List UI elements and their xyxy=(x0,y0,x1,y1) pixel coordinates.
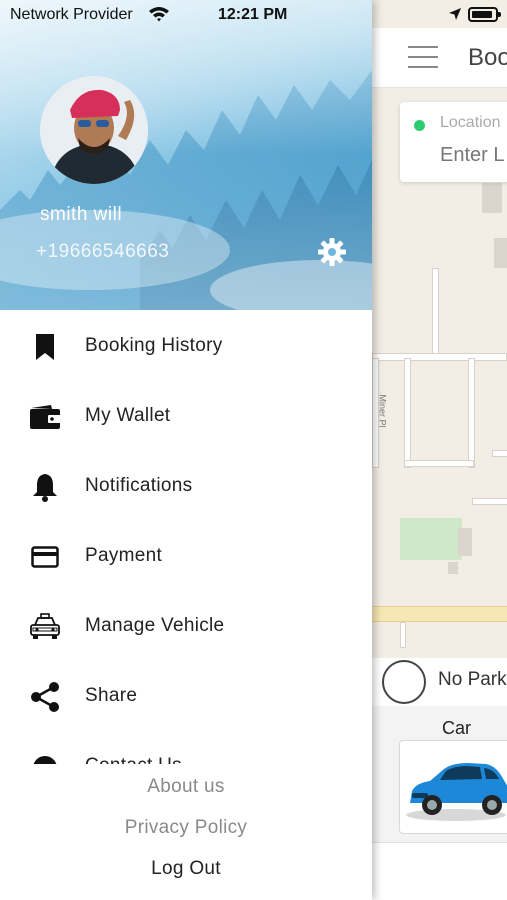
gear-icon[interactable] xyxy=(316,236,348,268)
privacy-policy-link[interactable]: Privacy Policy xyxy=(0,817,372,839)
menu-item-booking-history[interactable]: Booking History xyxy=(0,312,372,382)
location-label: Location xyxy=(440,114,501,131)
map-highway xyxy=(372,606,507,622)
vehicle-section: Car xyxy=(372,706,507,846)
parking-option-label: No Park xyxy=(438,669,507,690)
status-time: 12:21 PM xyxy=(218,6,288,23)
menu-item-label: Contact Us xyxy=(85,755,182,764)
taxi-icon xyxy=(28,610,62,644)
menu-item-payment[interactable]: Payment xyxy=(0,522,372,592)
map-top-bar: Boo xyxy=(372,28,507,88)
user-photo xyxy=(40,76,148,184)
menu-item-notifications[interactable]: Notifications xyxy=(0,452,372,522)
location-search-card[interactable]: Location Enter L xyxy=(400,102,507,182)
parking-radio-button[interactable] xyxy=(382,660,426,704)
map-building xyxy=(482,183,502,213)
contact-icon xyxy=(28,750,62,764)
user-name: smith will xyxy=(40,204,123,225)
log-out-button[interactable]: Log Out xyxy=(0,858,372,880)
menu-item-label: Notifications xyxy=(85,475,193,496)
menu-item-label: Share xyxy=(85,685,138,706)
wifi-icon xyxy=(149,7,169,22)
drawer-footer: About us Privacy Policy Log Out xyxy=(0,766,372,900)
map-road xyxy=(372,353,507,361)
map-road xyxy=(400,622,406,648)
menu-item-share[interactable]: Share xyxy=(0,662,372,732)
vehicle-card-car[interactable] xyxy=(399,740,507,834)
menu-item-label: Payment xyxy=(85,545,163,566)
location-input[interactable]: Enter L xyxy=(440,144,504,167)
map-bottom-panel xyxy=(372,842,507,900)
map-road xyxy=(404,460,474,467)
street-label: Miner Pl xyxy=(377,394,388,428)
about-us-link[interactable]: About us xyxy=(0,776,372,798)
wallet-icon xyxy=(28,400,62,434)
credit-card-icon xyxy=(28,540,62,574)
user-phone: +19666546663 xyxy=(36,241,170,262)
map-road xyxy=(472,498,507,505)
map-road xyxy=(404,358,411,468)
avatar[interactable] xyxy=(40,76,148,184)
battery-icon xyxy=(468,7,501,22)
hamburger-menu-icon[interactable] xyxy=(408,46,438,68)
menu-item-contact-us[interactable]: Contact Us xyxy=(0,732,372,764)
bell-icon xyxy=(28,470,62,504)
map-building xyxy=(494,238,507,268)
parking-option[interactable]: No Park xyxy=(372,658,507,706)
map-building xyxy=(458,528,472,556)
map-park xyxy=(400,518,462,560)
car-image xyxy=(406,763,507,821)
drawer-menu: Booking History My Wallet Notifications … xyxy=(0,312,372,764)
map-road xyxy=(432,268,439,358)
map-building xyxy=(448,562,458,574)
location-arrow-icon xyxy=(449,8,461,20)
location-dot-icon xyxy=(414,120,425,131)
menu-item-label: Booking History xyxy=(85,335,223,356)
profile-header: smith will +19666546663 xyxy=(0,0,372,310)
share-icon xyxy=(28,680,62,714)
status-bar: Network Provider 12:21 PM xyxy=(0,0,507,30)
menu-item-manage-vehicle[interactable]: Manage Vehicle xyxy=(0,592,372,662)
menu-item-label: Manage Vehicle xyxy=(85,615,225,636)
menu-item-label: My Wallet xyxy=(85,405,171,426)
map-road xyxy=(468,358,475,468)
map-screen-title: Boo xyxy=(468,44,507,71)
navigation-drawer: smith will +19666546663 Booking History xyxy=(0,0,372,900)
carrier-name: Network Provider xyxy=(10,6,133,23)
bookmark-icon xyxy=(28,330,62,364)
map-road xyxy=(492,450,507,457)
vehicle-type-label: Car xyxy=(442,718,472,738)
menu-item-my-wallet[interactable]: My Wallet xyxy=(0,382,372,452)
